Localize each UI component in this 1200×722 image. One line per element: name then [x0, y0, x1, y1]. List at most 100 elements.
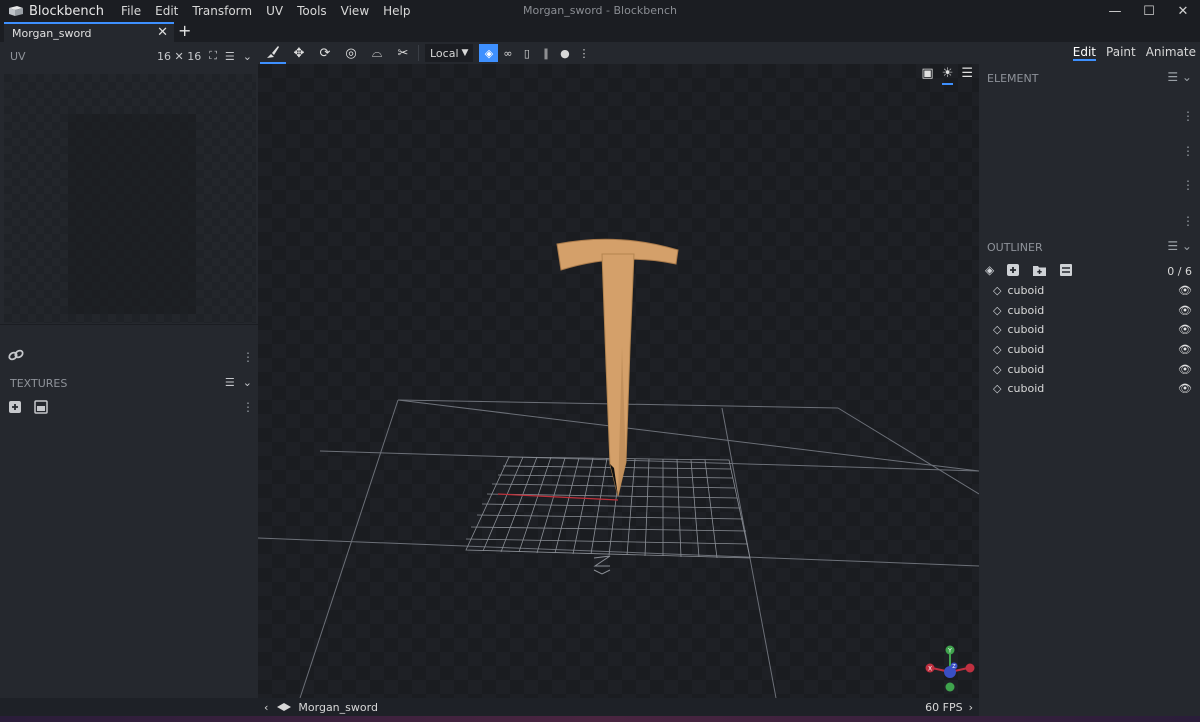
uv-canvas[interactable]	[4, 74, 256, 323]
visibility-eye-icon[interactable]: 👁	[1178, 304, 1192, 317]
mode-animate[interactable]: Animate	[1146, 45, 1196, 61]
element-panel-controls[interactable]: ☰ ⌄	[1167, 70, 1192, 84]
uv-panel-header: UV 16 ✕ 16 ⛶ ☰ ⌄	[0, 42, 258, 70]
item-label: cuboid	[1007, 303, 1045, 317]
right-panel: ELEMENT ☰ ⌄ ⋮ ⋮ ⋮ ⋮ OUTLINER ☰ ⌄ ◈ 0 / 6…	[979, 64, 1200, 716]
uv-texture-area	[68, 114, 196, 314]
item-label: cuboid	[1007, 323, 1045, 337]
tool-vertex-snap[interactable]: ⌓	[364, 42, 390, 64]
textures-toolbar	[8, 400, 48, 414]
cube-icon: ◇	[993, 362, 1002, 376]
tab-morgan-sword[interactable]: Morgan_sword ✕	[4, 22, 174, 42]
close-window-button[interactable]: ✕	[1166, 0, 1200, 22]
selection-mode-edge[interactable]: ∥	[536, 44, 555, 62]
block-grid	[465, 456, 751, 559]
add-element-icon[interactable]	[1006, 263, 1020, 277]
selection-mode-object[interactable]: ◈	[479, 44, 499, 62]
model-icon	[277, 703, 292, 711]
new-tab-button[interactable]: +	[178, 22, 191, 40]
taskbar-strip	[0, 716, 1200, 722]
tool-move[interactable]: ✥	[286, 42, 312, 64]
chevron-right-icon[interactable]: ›	[969, 701, 973, 714]
chevron-down-icon[interactable]: ⌄	[243, 376, 252, 389]
outliner-panel-controls[interactable]: ☰ ⌄	[1167, 239, 1192, 253]
outliner-item[interactable]: ◇ cuboid 👁	[979, 340, 1200, 360]
visibility-eye-icon[interactable]: 👁	[1178, 343, 1192, 356]
tool-pivot[interactable]: ◎	[338, 42, 364, 64]
rotate-icon: ⟳	[319, 45, 331, 61]
import-texture-icon[interactable]	[34, 400, 48, 414]
selection-mode-vertex[interactable]: ●	[555, 44, 574, 62]
selection-mode-face[interactable]: ▯	[517, 44, 536, 62]
3d-viewport[interactable]: ▣ ☀ ☰ Y X Z	[258, 64, 979, 698]
more-icon[interactable]: ⋮	[1182, 214, 1194, 228]
mode-paint[interactable]: Paint	[1106, 45, 1136, 61]
menu-file[interactable]: File	[114, 4, 148, 18]
tool-paint-select[interactable]	[260, 42, 286, 64]
tool-cut[interactable]: ✂	[390, 42, 416, 64]
uv-size-label[interactable]: 16 ✕ 16	[157, 50, 201, 63]
transform-space-value: Local	[430, 46, 459, 60]
textures-panel-title: TEXTURES	[10, 376, 68, 390]
left-panel: UV 16 ✕ 16 ⛶ ☰ ⌄ ⋮ TEXTURES ☰ ⌄ ⋮	[0, 42, 258, 698]
menu-view[interactable]: View	[334, 4, 376, 18]
main-toolbar: ✥ ⟳ ◎ ⌓ ✂ Local ▼ ◈ ∞ ▯ ∥ ● ⋮ Edit Paint…	[258, 42, 1200, 64]
visibility-eye-icon[interactable]: 👁	[1178, 382, 1192, 395]
status-bar: ‹ Morgan_sword 60 FPS ›	[258, 698, 979, 716]
menu-transform[interactable]: Transform	[185, 4, 259, 18]
more-icon[interactable]: ⋮	[242, 350, 254, 364]
outliner-item[interactable]: ◇ cuboid 👁	[979, 301, 1200, 321]
cube-icon: ◇	[993, 343, 1002, 357]
mode-edit[interactable]: Edit	[1072, 45, 1097, 61]
visibility-eye-icon[interactable]: 👁	[1178, 363, 1192, 376]
visibility-eye-icon[interactable]: 👁	[1178, 323, 1192, 336]
visibility-eye-icon[interactable]: 👁	[1178, 284, 1192, 297]
outliner-item[interactable]: ◇ cuboid 👁	[979, 320, 1200, 340]
element-panel-title: ELEMENT	[987, 72, 1039, 85]
outliner-panel-title: OUTLINER	[987, 241, 1043, 254]
window-controls: — ☐ ✕	[1098, 0, 1200, 22]
more-icon[interactable]: ⋮	[242, 400, 254, 414]
scene-render	[258, 238, 979, 698]
add-cube-icon[interactable]: ◈	[985, 263, 994, 277]
menu-tools[interactable]: Tools	[290, 4, 334, 18]
mode-selector: Edit Paint Animate	[1072, 45, 1196, 61]
axis-gizmo[interactable]: Y X Z	[922, 642, 978, 692]
more-icon[interactable]: ⋮	[1182, 144, 1194, 158]
chevron-left-icon[interactable]: ‹	[264, 701, 268, 714]
menu-edit[interactable]: Edit	[148, 4, 185, 18]
textures-panel-header: TEXTURES ☰ ⌄	[0, 369, 258, 397]
tab-close-icon[interactable]: ✕	[157, 25, 168, 40]
add-texture-icon[interactable]	[8, 400, 22, 414]
selection-mode-group[interactable]: ∞	[498, 44, 517, 62]
menu-icon[interactable]: ☰	[225, 376, 235, 389]
collapse-all-icon[interactable]	[1059, 263, 1073, 277]
gem-icon: ◈	[484, 46, 494, 60]
toolbar-more[interactable]: ⋮	[574, 44, 593, 62]
more-icon[interactable]: ⋮	[1182, 109, 1194, 123]
link-icon[interactable]	[8, 348, 24, 362]
menu-icon[interactable]: ☰	[225, 50, 235, 63]
more-icon[interactable]: ⋮	[1182, 178, 1194, 192]
menu-uv[interactable]: UV	[259, 4, 290, 18]
vertex-icon: ●	[560, 46, 570, 60]
outliner-item[interactable]: ◇ cuboid 👁	[979, 281, 1200, 301]
minimize-button[interactable]: —	[1098, 0, 1132, 22]
sun-icon[interactable]: ☀	[941, 66, 954, 85]
cube-icon: ◇	[993, 303, 1002, 317]
tab-bar: Morgan_sword ✕ +	[0, 22, 1200, 42]
maximize-button[interactable]: ☐	[1132, 0, 1166, 22]
fullscreen-icon[interactable]: ⛶	[209, 49, 217, 63]
outliner-item[interactable]: ◇ cuboid 👁	[979, 359, 1200, 379]
tool-rotate[interactable]: ⟳	[312, 42, 338, 64]
chevron-down-icon[interactable]: ⌄	[243, 50, 252, 63]
outliner-item[interactable]: ◇ cuboid 👁	[979, 379, 1200, 399]
image-icon[interactable]: ▣	[921, 66, 933, 85]
magnet-icon: ⌓	[371, 45, 383, 61]
menu-help[interactable]: Help	[376, 4, 417, 18]
menu-icon[interactable]: ☰	[961, 66, 973, 85]
gizmo-z-label: Z	[952, 664, 956, 670]
transform-space-select[interactable]: Local ▼	[425, 44, 474, 62]
add-group-icon[interactable]	[1032, 264, 1047, 277]
item-label: cuboid	[1007, 382, 1045, 396]
